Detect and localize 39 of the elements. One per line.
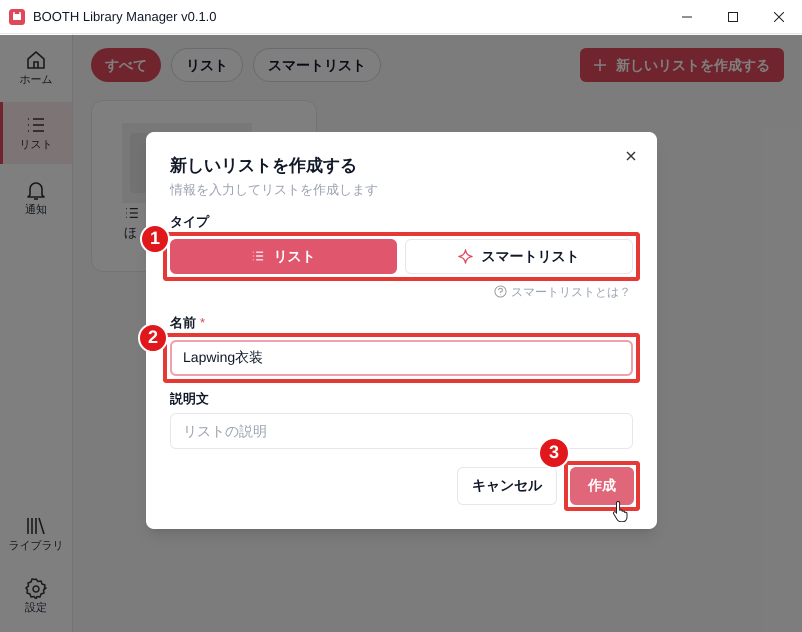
close-icon[interactable] <box>625 150 637 162</box>
window-title: BOOTH Library Manager v0.1.0 <box>33 8 217 26</box>
field-label: 説明文 <box>170 390 209 406</box>
sidebar-item[interactable]: 設定 <box>0 570 72 622</box>
type-option[interactable]: スマートリスト <box>404 238 633 274</box>
settings-icon <box>25 577 47 599</box>
sidebar-item[interactable]: 通知 <box>0 172 72 224</box>
help-link[interactable]: スマートリストとは？ <box>511 282 631 300</box>
annotation-badge: 1 <box>140 224 170 254</box>
annotation-badge: 3 <box>538 436 570 468</box>
list-icon <box>124 205 140 221</box>
type-option[interactable]: リスト <box>170 238 396 274</box>
home-icon <box>25 49 47 71</box>
name-input[interactable]: Lapwing衣装 <box>170 340 633 376</box>
sidebar-item[interactable]: リスト <box>0 102 72 164</box>
card-title: ほ <box>124 224 138 242</box>
new-list-button[interactable]: 新しいリストを作成する <box>580 48 784 82</box>
help-icon <box>494 285 507 298</box>
create-button[interactable]: 作成 <box>570 466 634 504</box>
filter-chip[interactable]: すべて <box>91 48 161 82</box>
list-icon <box>251 249 266 263</box>
close-icon[interactable] <box>774 12 784 22</box>
dialog-title: 新しいリストを作成する <box>170 155 358 177</box>
plus-icon <box>594 59 606 71</box>
sidebar-item[interactable]: ライブラリ <box>0 508 72 560</box>
maximize-icon[interactable] <box>728 12 738 22</box>
field-label: タイプ <box>170 214 209 230</box>
bell-icon <box>25 179 47 201</box>
sidebar-item[interactable]: ホーム <box>0 42 72 94</box>
dialog-subtitle: 情報を入力してリストを作成します <box>170 181 379 199</box>
field-label: 名前 <box>170 314 196 330</box>
filter-chip[interactable]: スマートリスト <box>253 48 381 82</box>
cancel-button[interactable]: キャンセル <box>457 466 557 504</box>
sparkle-icon <box>458 248 474 264</box>
filter-chip[interactable]: リスト <box>171 48 243 82</box>
library-icon <box>25 515 47 537</box>
pointer-icon <box>612 500 630 522</box>
app-logo-icon <box>9 8 25 24</box>
required-mark: * <box>200 314 206 330</box>
